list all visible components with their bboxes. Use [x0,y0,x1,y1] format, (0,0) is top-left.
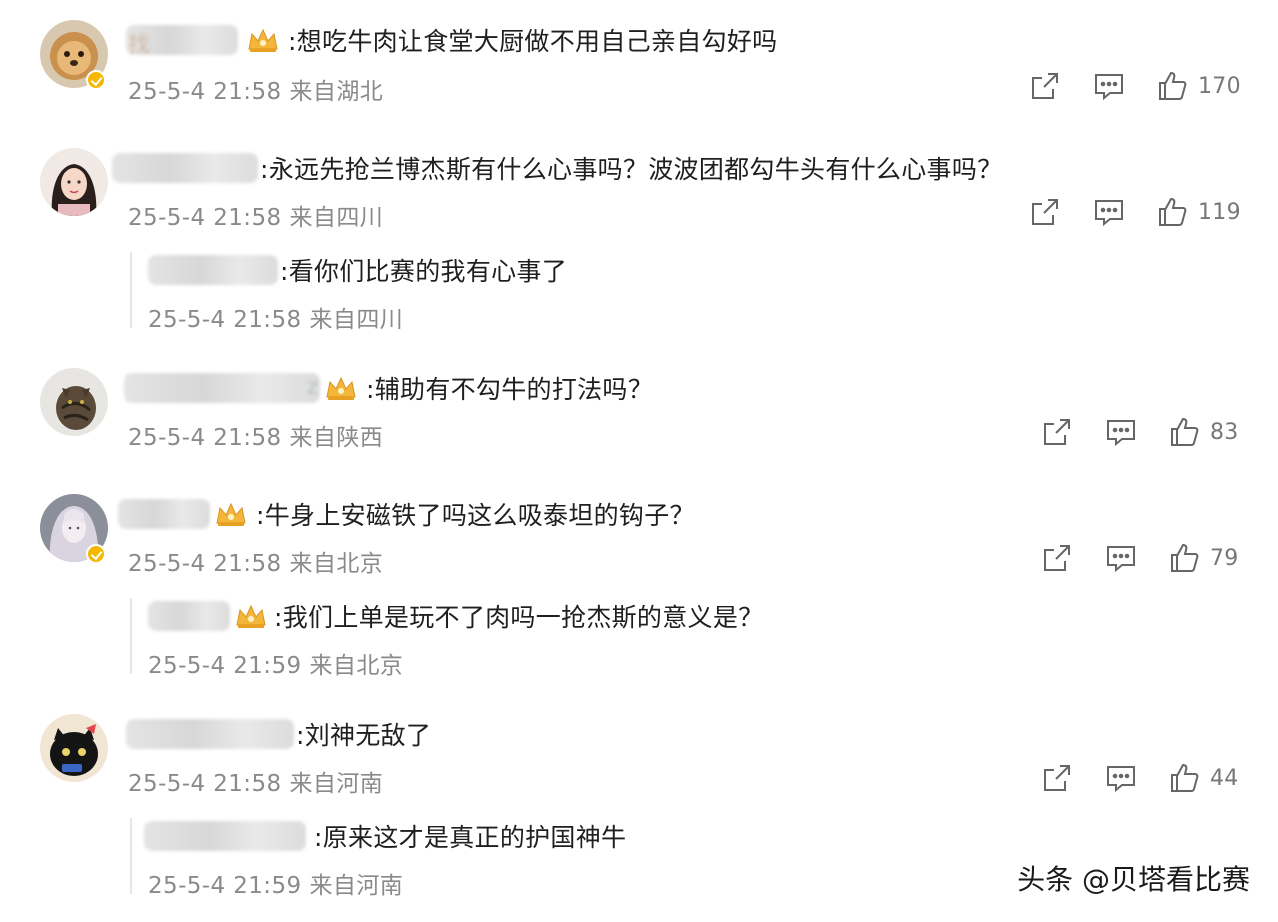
comment-date: 25-5-4 21:58 [128,205,282,231]
comment-actions: 119 [1028,194,1241,230]
crown-badge-icon [246,25,280,55]
reply-location: 来自北京 [309,653,404,679]
comment-location: 来自湖北 [289,79,384,105]
like-count: 83 [1210,419,1239,445]
share-icon[interactable] [1028,69,1062,103]
thumbs-up-icon[interactable] [1168,415,1202,449]
comment-icon[interactable] [1104,541,1138,575]
comment-text: :永远先抢兰博杰斯有什么心事吗？波波团都勾牛头有什么心事吗？ [260,155,1003,184]
username-blurred[interactable] [144,821,306,851]
username-blurred[interactable]: 找 [126,25,238,58]
reply-location: 来自河南 [309,873,404,899]
reply-meta: 25-5-4 21:58 来自四川 [148,300,403,334]
thumbs-up-icon[interactable] [1168,761,1202,795]
comment-icon[interactable] [1092,195,1126,229]
comment-meta: 25-5-4 21:58 来自湖北 [128,72,383,106]
reply-date: 25-5-4 21:58 [148,307,302,333]
reply-item: :我们上单是玩不了肉吗一抢杰斯的意义是？ [148,596,763,636]
user-avatar[interactable] [40,368,108,436]
thumbs-up-icon[interactable] [1156,69,1190,103]
share-icon[interactable] [1028,195,1062,229]
comment-text: :牛身上安磁铁了吗这么吸泰坦的钩子？ [256,501,695,530]
user-avatar[interactable] [40,148,108,216]
reply-item: :原来这才是真正的护国神牛 [144,816,626,856]
like-count: 44 [1210,765,1239,791]
comment-icon[interactable] [1092,69,1126,103]
comment-actions: 170 [1028,68,1241,104]
comment-location: 来自河南 [289,771,384,797]
reply-thread-bar [130,252,132,328]
reply-text: :看你们比赛的我有心事了 [280,257,568,286]
reply-date: 25-5-4 21:59 [148,653,302,679]
comment-actions: 83 [1040,414,1239,450]
username-blurred[interactable] [126,719,294,749]
username-blurred[interactable] [148,255,278,285]
comment-location: 来自北京 [289,551,384,577]
comment-date: 25-5-4 21:58 [128,425,282,451]
share-icon[interactable] [1040,415,1074,449]
comment-location: 来自四川 [289,205,384,231]
share-icon[interactable] [1040,541,1074,575]
thumbs-up-icon[interactable] [1156,195,1190,229]
watermark: 头条 @贝塔看比赛 [1017,863,1250,896]
comment-meta: 25-5-4 21:58 来自四川 [128,198,383,232]
comment-text: :刘神无敌了 [296,721,432,750]
like-count: 79 [1210,545,1239,571]
username-blurred[interactable] [112,153,258,183]
comment-meta: 25-5-4 21:58 来自北京 [128,544,383,578]
reply-text: :原来这才是真正的护国神牛 [314,823,627,852]
crown-badge-icon [324,373,358,403]
crown-badge-icon [234,601,268,631]
reply-meta: 25-5-4 21:59 来自河南 [148,866,403,900]
comment-date: 25-5-4 21:58 [128,771,282,797]
comment-actions: 79 [1040,540,1239,576]
comment-meta: 25-5-4 21:58 来自河南 [128,764,383,798]
username-blurred[interactable] [148,601,230,631]
reply-thread-bar [130,598,132,674]
reply-location: 来自四川 [309,307,404,333]
comment-date: 25-5-4 21:58 [128,79,282,105]
comment-text: :想吃牛肉让食堂大厨做不用自己亲自勾好吗 [288,27,778,56]
user-avatar[interactable] [40,714,108,782]
reply-meta: 25-5-4 21:59 来自北京 [148,646,403,680]
comment-actions: 44 [1040,760,1239,796]
comment-location: 来自陕西 [289,425,384,451]
thumbs-up-icon[interactable] [1168,541,1202,575]
crown-badge-icon [214,499,248,529]
like-count: 119 [1198,199,1241,225]
verified-badge-icon [86,70,106,90]
reply-text: :我们上单是玩不了肉吗一抢杰斯的意义是？ [274,603,764,632]
reply-thread-bar [130,818,132,894]
comment-icon[interactable] [1104,415,1138,449]
username-blurred[interactable] [118,499,210,529]
comment-date: 25-5-4 21:58 [128,551,282,577]
reply-item: :看你们比赛的我有心事了 [148,250,567,290]
verified-badge-icon [86,544,106,564]
comment-text: :辅助有不勾牛的打法吗？ [366,375,654,404]
comment-icon[interactable] [1104,761,1138,795]
username-blurred[interactable]: z [124,373,320,403]
share-icon[interactable] [1040,761,1074,795]
like-count: 170 [1198,73,1241,99]
comment-meta: 25-5-4 21:58 来自陕西 [128,418,383,452]
reply-date: 25-5-4 21:59 [148,873,302,899]
